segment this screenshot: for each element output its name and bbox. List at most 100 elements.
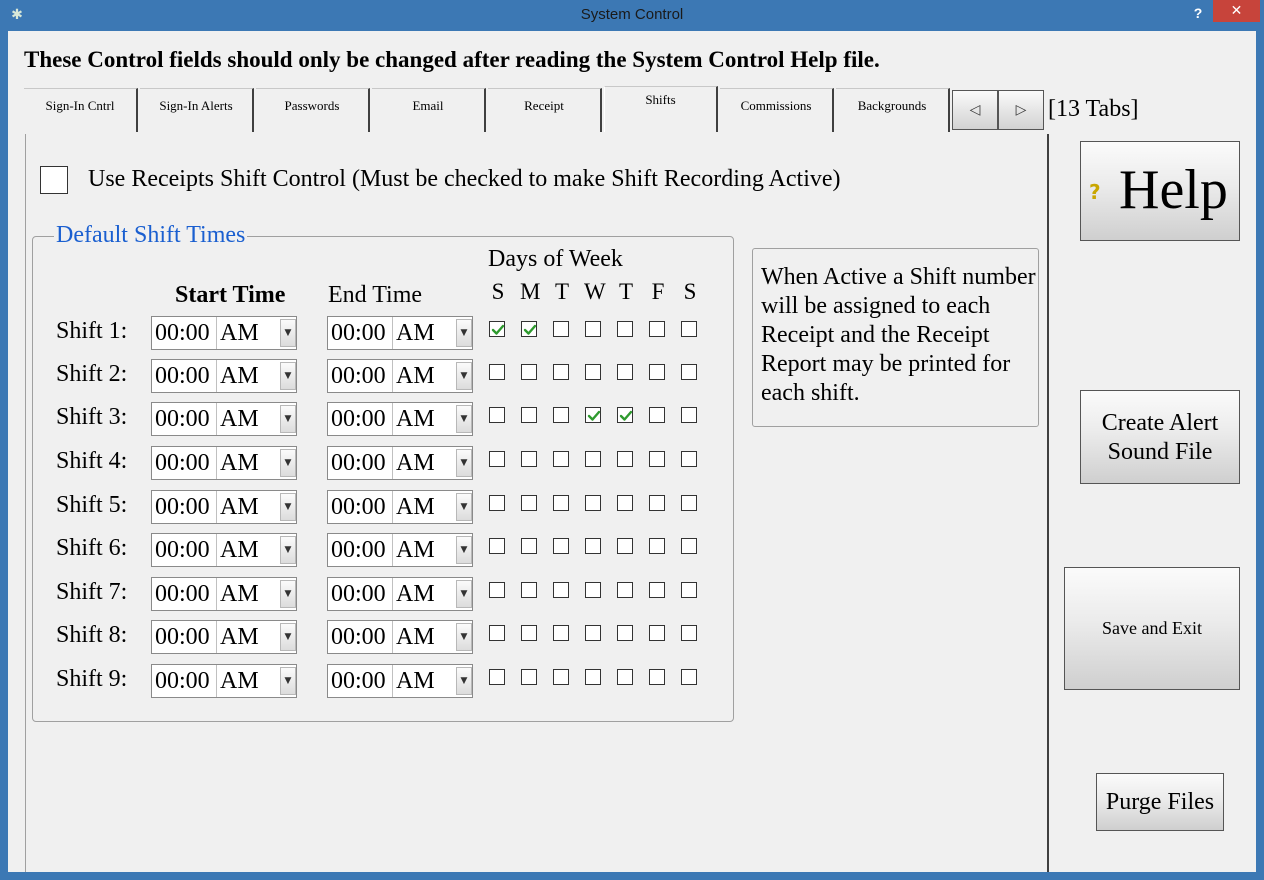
shift-day-checkbox[interactable] <box>681 451 697 467</box>
window-help-button[interactable]: ? <box>1188 2 1208 24</box>
dropdown-arrow-icon[interactable]: ▼ <box>280 449 296 477</box>
shift-day-checkbox[interactable] <box>489 495 505 511</box>
shift-day-checkbox[interactable] <box>681 321 697 337</box>
save-and-exit-button[interactable]: Save and Exit <box>1064 567 1240 690</box>
shift-day-checkbox[interactable] <box>617 451 633 467</box>
dropdown-arrow-icon[interactable]: ▼ <box>280 667 296 695</box>
start-time-value[interactable]: 00:00 <box>155 581 210 608</box>
shift-day-checkbox[interactable] <box>489 538 505 554</box>
end-time-value[interactable]: 00:00 <box>331 494 386 521</box>
start-time-value[interactable]: 00:00 <box>155 450 210 477</box>
shift-day-checkbox[interactable] <box>617 625 633 641</box>
end-time-value[interactable]: 00:00 <box>331 624 386 651</box>
dropdown-arrow-icon[interactable]: ▼ <box>280 536 296 564</box>
start-time-value[interactable]: 00:00 <box>155 624 210 651</box>
end-time-value[interactable]: 00:00 <box>331 537 386 564</box>
start-time-value[interactable]: 00:00 <box>155 406 210 433</box>
shift-day-checkbox[interactable] <box>585 407 601 423</box>
start-ampm-select[interactable]: AM ▼ <box>216 621 298 653</box>
shift-day-checkbox[interactable] <box>681 582 697 598</box>
shift-day-checkbox[interactable] <box>681 495 697 511</box>
dropdown-arrow-icon[interactable]: ▼ <box>280 493 296 521</box>
end-ampm-select[interactable]: AM ▼ <box>392 360 474 392</box>
dropdown-arrow-icon[interactable]: ▼ <box>456 536 472 564</box>
shift-day-checkbox[interactable] <box>585 364 601 380</box>
start-time-value[interactable]: 00:00 <box>155 537 210 564</box>
shift-day-checkbox[interactable] <box>521 625 537 641</box>
shift-day-checkbox[interactable] <box>553 625 569 641</box>
start-time-field[interactable]: 00:00 AM ▼ <box>151 359 297 393</box>
shift-day-checkbox[interactable] <box>553 669 569 685</box>
shift-day-checkbox[interactable] <box>489 625 505 641</box>
shift-day-checkbox[interactable] <box>681 669 697 685</box>
shift-day-checkbox[interactable] <box>553 495 569 511</box>
shift-day-checkbox[interactable] <box>553 407 569 423</box>
tab-shifts[interactable]: Shifts <box>604 86 718 132</box>
shift-day-checkbox[interactable] <box>585 538 601 554</box>
end-ampm-select[interactable]: AM ▼ <box>392 621 474 653</box>
shift-day-checkbox[interactable] <box>521 669 537 685</box>
shift-day-checkbox[interactable] <box>553 582 569 598</box>
shift-day-checkbox[interactable] <box>681 538 697 554</box>
start-time-field[interactable]: 00:00 AM ▼ <box>151 577 297 611</box>
start-ampm-select[interactable]: AM ▼ <box>216 317 298 349</box>
shift-day-checkbox[interactable] <box>649 495 665 511</box>
window-close-button[interactable]: ✕ <box>1213 0 1260 22</box>
tab-sign-in-alerts[interactable]: Sign-In Alerts <box>140 88 254 132</box>
end-time-value[interactable]: 00:00 <box>331 363 386 390</box>
shift-day-checkbox[interactable] <box>553 321 569 337</box>
tab-next-button[interactable]: ▷ <box>998 90 1044 130</box>
end-time-field[interactable]: 00:00 AM ▼ <box>327 490 473 524</box>
dropdown-arrow-icon[interactable]: ▼ <box>456 667 472 695</box>
tab-passwords[interactable]: Passwords <box>256 88 370 132</box>
start-time-field[interactable]: 00:00 AM ▼ <box>151 664 297 698</box>
start-ampm-select[interactable]: AM ▼ <box>216 534 298 566</box>
shift-day-checkbox[interactable] <box>617 538 633 554</box>
end-time-value[interactable]: 00:00 <box>331 406 386 433</box>
end-time-field[interactable]: 00:00 AM ▼ <box>327 577 473 611</box>
start-time-field[interactable]: 00:00 AM ▼ <box>151 533 297 567</box>
shift-day-checkbox[interactable] <box>585 321 601 337</box>
end-time-field[interactable]: 00:00 AM ▼ <box>327 316 473 350</box>
shift-day-checkbox[interactable] <box>553 538 569 554</box>
end-time-field[interactable]: 00:00 AM ▼ <box>327 446 473 480</box>
start-ampm-select[interactable]: AM ▼ <box>216 447 298 479</box>
shift-day-checkbox[interactable] <box>649 582 665 598</box>
dropdown-arrow-icon[interactable]: ▼ <box>456 319 472 347</box>
dropdown-arrow-icon[interactable]: ▼ <box>280 362 296 390</box>
shift-day-checkbox[interactable] <box>617 407 633 423</box>
tab-commissions[interactable]: Commissions <box>720 88 834 132</box>
end-ampm-select[interactable]: AM ▼ <box>392 317 474 349</box>
shift-day-checkbox[interactable] <box>681 364 697 380</box>
use-shift-control-checkbox[interactable] <box>40 166 68 194</box>
shift-day-checkbox[interactable] <box>617 495 633 511</box>
end-ampm-select[interactable]: AM ▼ <box>392 578 474 610</box>
tab-email[interactable]: Email <box>372 88 486 132</box>
help-button[interactable]: ? Help <box>1080 141 1240 241</box>
start-ampm-select[interactable]: AM ▼ <box>216 491 298 523</box>
dropdown-arrow-icon[interactable]: ▼ <box>280 319 296 347</box>
end-ampm-select[interactable]: AM ▼ <box>392 447 474 479</box>
shift-day-checkbox[interactable] <box>681 625 697 641</box>
shift-day-checkbox[interactable] <box>489 321 505 337</box>
shift-day-checkbox[interactable] <box>649 364 665 380</box>
start-time-field[interactable]: 00:00 AM ▼ <box>151 402 297 436</box>
start-time-field[interactable]: 00:00 AM ▼ <box>151 490 297 524</box>
end-ampm-select[interactable]: AM ▼ <box>392 403 474 435</box>
create-alert-sound-button[interactable]: Create Alert Sound File <box>1080 390 1240 484</box>
shift-day-checkbox[interactable] <box>521 495 537 511</box>
shift-day-checkbox[interactable] <box>617 321 633 337</box>
shift-day-checkbox[interactable] <box>521 364 537 380</box>
dropdown-arrow-icon[interactable]: ▼ <box>456 493 472 521</box>
dropdown-arrow-icon[interactable]: ▼ <box>456 405 472 433</box>
shift-day-checkbox[interactable] <box>489 582 505 598</box>
end-time-field[interactable]: 00:00 AM ▼ <box>327 620 473 654</box>
end-ampm-select[interactable]: AM ▼ <box>392 534 474 566</box>
tab-receipt[interactable]: Receipt <box>488 88 602 132</box>
shift-day-checkbox[interactable] <box>489 407 505 423</box>
start-ampm-select[interactable]: AM ▼ <box>216 403 298 435</box>
start-time-field[interactable]: 00:00 AM ▼ <box>151 446 297 480</box>
dropdown-arrow-icon[interactable]: ▼ <box>280 580 296 608</box>
end-ampm-select[interactable]: AM ▼ <box>392 665 474 697</box>
end-time-value[interactable]: 00:00 <box>331 450 386 477</box>
